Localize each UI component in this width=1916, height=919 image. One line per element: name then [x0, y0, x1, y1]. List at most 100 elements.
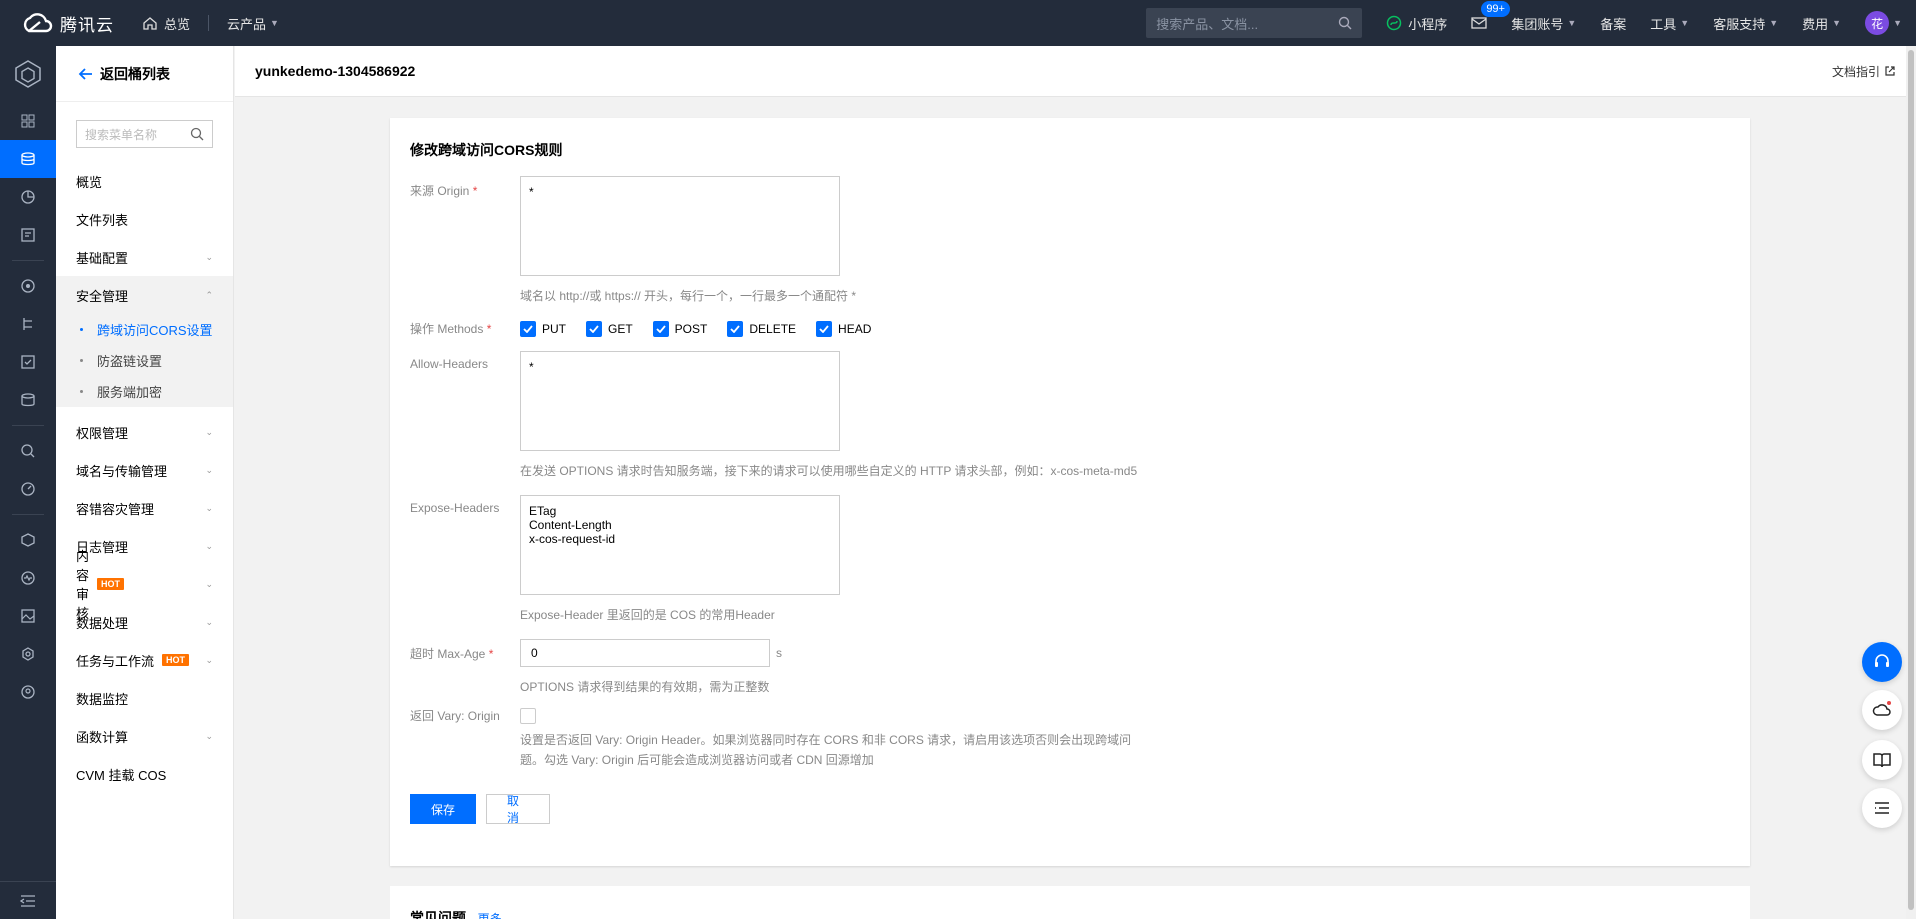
mini-program-label: 小程序: [1408, 16, 1448, 32]
database-icon[interactable]: [0, 381, 56, 419]
menu-basic-config[interactable]: 基础配置 ⌄: [56, 238, 233, 276]
menu-data-monitor[interactable]: 数据监控: [56, 679, 233, 717]
nav-products[interactable]: 云产品 ▼: [215, 0, 291, 46]
method-post-checkbox[interactable]: POST: [652, 320, 708, 337]
bullet: [80, 359, 83, 362]
page-scrollbar[interactable]: [1906, 46, 1916, 919]
scrollbar-thumb[interactable]: [1908, 50, 1914, 910]
checklist-icon[interactable]: [0, 343, 56, 381]
submenu-hotlink[interactable]: 防盗链设置: [56, 345, 233, 376]
method-head-checkbox[interactable]: HEAD: [816, 320, 871, 337]
global-search-input[interactable]: 搜索产品、文档...: [1146, 8, 1363, 38]
docs-icon[interactable]: [1862, 740, 1902, 780]
method-get-checkbox[interactable]: GET: [586, 320, 633, 337]
nav-overview[interactable]: 总览: [130, 0, 202, 46]
chevron-down-icon: ⌄: [205, 502, 213, 513]
report-icon[interactable]: [0, 216, 56, 254]
menu-label: 内容审核: [76, 549, 90, 621]
nav-messages[interactable]: 99+: [1459, 0, 1510, 46]
nav-group-account[interactable]: 集团账号 ▼: [1499, 0, 1588, 46]
menu-label: 函数计算: [76, 729, 129, 745]
security-icon[interactable]: [0, 521, 56, 559]
tencent-cloud-logo[interactable]: 腾讯云: [0, 0, 130, 46]
method-label: POST: [674, 321, 708, 336]
allow-headers-textarea[interactable]: *: [520, 351, 840, 451]
menu-search-placeholder: 搜索菜单名称: [85, 127, 158, 142]
chevron-down-icon: ▼: [1893, 18, 1902, 28]
billing-label: 费用: [1802, 16, 1829, 32]
menu-fault-tolerance[interactable]: 容错容灾管理 ⌄: [56, 489, 233, 527]
vary-checkbox[interactable]: [520, 707, 536, 724]
dashboard-icon[interactable]: [0, 102, 56, 140]
cos-storage-icon[interactable]: [0, 140, 56, 178]
message-badge: 99+: [1481, 1, 1510, 17]
page-header: yunkedemo-1304586922 文档指引: [235, 46, 1916, 97]
menu-label: CVM 挂载 COS: [76, 767, 167, 783]
menu-file-list[interactable]: 文件列表: [56, 200, 233, 238]
methods-checkboxes: PUT GET POST DELETE HEAD: [520, 320, 891, 337]
collapse-menu-icon[interactable]: [0, 881, 56, 919]
network-icon[interactable]: [0, 305, 56, 343]
filing-label: 备案: [1600, 16, 1627, 32]
maxage-input[interactable]: 0: [520, 639, 770, 667]
back-label: 返回桶列表: [100, 65, 170, 82]
search-icon: [1339, 16, 1352, 30]
activity-icon[interactable]: [0, 559, 56, 597]
back-to-bucket-list[interactable]: 返回桶列表: [56, 46, 233, 102]
menu-security[interactable]: 安全管理 ⌃: [56, 276, 233, 314]
allow-headers-label: Allow-Headers: [410, 357, 489, 371]
menu-cvm-mount[interactable]: CVM 挂载 COS: [56, 755, 233, 793]
menu-overview[interactable]: 概览: [56, 162, 233, 200]
menu-domain[interactable]: 域名与传输管理 ⌄: [56, 451, 233, 489]
expose-headers-help: Expose-Header 里返回的是 COS 的常用Header: [520, 608, 775, 622]
account-icon[interactable]: [0, 673, 56, 711]
cube-icon[interactable]: [0, 46, 56, 102]
chevron-down-icon: ▼: [1567, 18, 1577, 28]
chevron-down-icon: ⌄: [205, 578, 213, 589]
method-put-checkbox[interactable]: PUT: [520, 320, 566, 337]
submenu-cors[interactable]: 跨域访问CORS设置: [56, 314, 233, 345]
nav-tools[interactable]: 工具 ▼: [1638, 0, 1701, 46]
menu-permission[interactable]: 权限管理 ⌄: [56, 413, 233, 451]
product-rail: [0, 46, 56, 919]
pie-chart-icon[interactable]: [0, 178, 56, 216]
user-menu[interactable]: 花 ▼: [1853, 0, 1902, 46]
save-button[interactable]: 保存: [410, 794, 476, 824]
submenu-encryption[interactable]: 服务端加密: [56, 376, 233, 407]
monitor-icon[interactable]: [0, 267, 56, 305]
menu-content-audit[interactable]: 内容审核 HOT ⌄: [56, 549, 233, 621]
origin-textarea[interactable]: *: [520, 176, 840, 276]
nav-billing[interactable]: 费用 ▼: [1790, 0, 1853, 46]
menu-task-workflow[interactable]: 任务与工作流 HOT ⌄: [56, 641, 233, 679]
menu-search-input[interactable]: 搜索菜单名称: [76, 120, 213, 148]
image-icon[interactable]: [0, 597, 56, 635]
doc-guide-link[interactable]: 文档指引: [1832, 63, 1896, 80]
maxage-label: 超时 Max-Age *: [410, 646, 494, 661]
chevron-down-icon: ⌄: [205, 654, 213, 665]
list-menu-icon[interactable]: [1862, 788, 1902, 828]
cancel-button[interactable]: 取消: [486, 794, 550, 825]
form-title: 修改跨域访问CORS规则: [410, 142, 563, 158]
menu-label: 域名与传输管理: [76, 463, 168, 479]
menu-function[interactable]: 函数计算 ⌄: [56, 717, 233, 755]
cloud-assistant-icon[interactable]: [1862, 690, 1902, 730]
chevron-down-icon: ⌄: [205, 730, 213, 741]
chevron-down-icon: ⌄: [205, 616, 213, 627]
method-label: PUT: [542, 321, 566, 336]
gauge-icon[interactable]: [0, 470, 56, 508]
nav-support[interactable]: 客服支持 ▼: [1701, 0, 1790, 46]
method-delete-checkbox[interactable]: DELETE: [727, 320, 796, 337]
chevron-down-icon: ▼: [1832, 18, 1842, 28]
customer-service-icon[interactable]: [1862, 642, 1902, 682]
faq-more-link[interactable]: 更多: [478, 912, 502, 919]
nav-mini-program[interactable]: 小程序: [1374, 0, 1459, 46]
search-log-icon[interactable]: [0, 432, 56, 470]
nav-products-label: 云产品: [227, 16, 267, 32]
expose-headers-textarea[interactable]: ETag Content-Length x-cos-request-id: [520, 495, 840, 595]
menu-label: 权限管理: [76, 425, 129, 441]
menu-label: 任务与工作流: [76, 653, 155, 669]
expose-headers-label: Expose-Headers: [410, 501, 500, 515]
nav-filing[interactable]: 备案: [1588, 0, 1638, 46]
origin-label: 来源 Origin *: [410, 184, 478, 198]
settings-icon[interactable]: [0, 635, 56, 673]
